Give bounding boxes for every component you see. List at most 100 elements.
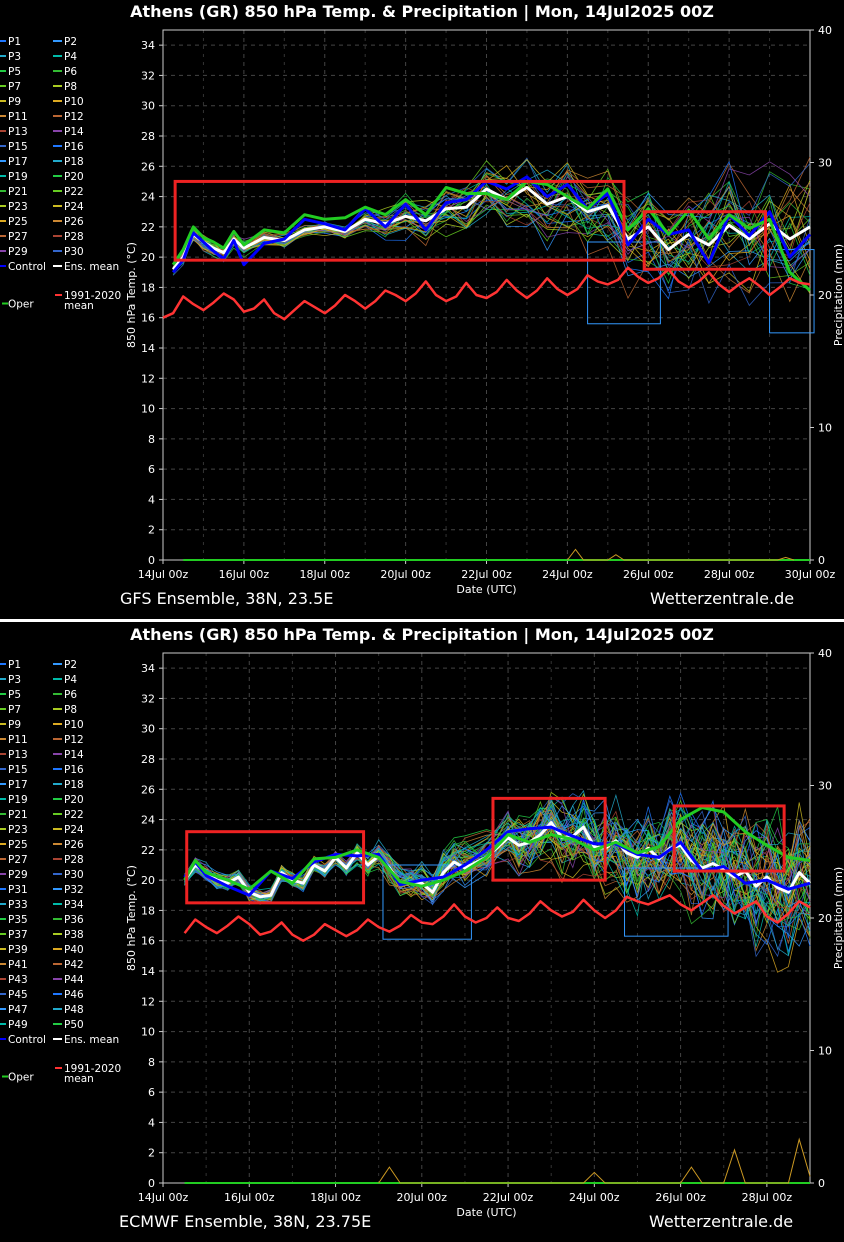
ecmwf-y2tick-label: 30: [818, 780, 832, 793]
gfs-legend-label: P16: [64, 141, 84, 153]
ecmwf-legend-label: P40: [64, 944, 84, 956]
gfs-ytick-label: 34: [141, 39, 155, 52]
gfs-legend-label: P7: [8, 81, 21, 93]
gfs-legend-label: P8: [64, 81, 77, 93]
gfs-legend-label: P17: [8, 156, 28, 168]
ecmwf-ytick-label: 12: [141, 995, 155, 1008]
gfs-legend-label: P4: [64, 51, 77, 63]
ecmwf-y2tick-label: 40: [818, 647, 832, 660]
gfs-chart-panel: Athens (GR) 850 hPa Temp. & Precipitatio…: [0, 0, 844, 620]
ecmwf-legend-label: P25: [8, 839, 28, 851]
ecmwf-legend-label: P18: [64, 779, 84, 791]
gfs-legend-label: P9: [8, 96, 21, 108]
ecmwf-legend-label: P24: [64, 824, 84, 836]
ecmwf-xtick-label: 26Jul 00z: [655, 1191, 706, 1204]
ecmwf-footer-model: ECMWF Ensemble, 38N, 23.75E: [119, 1212, 372, 1231]
gfs-legend-label: P29: [8, 246, 28, 258]
ecmwf-ytick-label: 28: [141, 753, 155, 766]
gfs-xtick-label: 16Jul 00z: [219, 568, 270, 581]
gfs-legend-label: mean: [64, 300, 94, 312]
ecmwf-legend-label: P30: [64, 869, 84, 881]
gfs-y2tick-label: 40: [818, 24, 832, 37]
ecmwf-legend-label: P3: [8, 674, 21, 686]
ecmwf-xaxis-label: Date (UTC): [456, 1206, 516, 1219]
gfs-ytick-label: 22: [141, 221, 155, 234]
ecmwf-legend-label: P34: [64, 899, 84, 911]
ecmwf-legend-label: P36: [64, 914, 84, 926]
ecmwf-legend-label: P21: [8, 809, 28, 821]
gfs-ytick-label: 4: [148, 493, 155, 506]
gfs-xtick-label: 20Jul 00z: [380, 568, 431, 581]
gfs-legend-label: P11: [8, 111, 28, 123]
ecmwf-legend-label: P45: [8, 989, 28, 1001]
ecmwf-ytick-label: 22: [141, 844, 155, 857]
ecmwf-legend-label: P6: [64, 689, 77, 701]
ecmwf-ytick-label: 4: [148, 1116, 155, 1129]
ecmwf-legend-label: P46: [64, 989, 84, 1001]
gfs-legend-label: P25: [8, 216, 28, 228]
ecmwf-legend-label: P49: [8, 1019, 28, 1031]
ecmwf-legend: P1 P2 P3 P4 P5 P6 P7 P8 P9 P10 P11 P12 P13 P14 P15 P16 P…: [0, 659, 121, 1085]
ecmwf-y2axis-label: Precipitation (mm): [832, 867, 844, 969]
gfs-legend-label: P21: [8, 186, 28, 198]
gfs-legend-label: P19: [8, 171, 28, 183]
ecmwf-ytick-label: 30: [141, 723, 155, 736]
ecmwf-legend-label: P23: [8, 824, 28, 836]
gfs-y2tick-label: 30: [818, 157, 832, 170]
ecmwf-legend-label: P50: [64, 1019, 84, 1031]
gfs-legend-label: P24: [64, 201, 84, 213]
ecmwf-legend-label: P38: [64, 929, 84, 941]
gfs-y2tick-label: 20: [818, 289, 832, 302]
ecmwf-y2tick-label: 0: [818, 1177, 825, 1190]
ecmwf-legend-label: P13: [8, 749, 28, 761]
gfs-ytick-label: 28: [141, 130, 155, 143]
gfs-legend-label: P2: [64, 36, 77, 48]
gfs-yaxis-label: 850 hPa Temp. (°C): [125, 242, 138, 348]
ecmwf-legend-label: P1: [8, 659, 21, 671]
ecmwf-ytick-label: 26: [141, 783, 155, 796]
ecmwf-legend-label: P28: [64, 854, 84, 866]
ecmwf-legend-label: P35: [8, 914, 28, 926]
gfs-legend-label: P22: [64, 186, 84, 198]
gfs-y2tick-label: 10: [818, 422, 832, 435]
gfs-y2axis-label: Precipitation (mm): [832, 244, 844, 346]
gfs-xtick-label: 14Jul 00z: [138, 568, 189, 581]
ecmwf-ytick-label: 18: [141, 904, 155, 917]
ecmwf-legend-label: P19: [8, 794, 28, 806]
ecmwf-legend-label: P9: [8, 719, 21, 731]
ecmwf-legend-label: P37: [8, 929, 28, 941]
gfs-legend-label: P6: [64, 66, 77, 78]
ecmwf-legend-label: P14: [64, 749, 84, 761]
ecmwf-legend-label: P20: [64, 794, 84, 806]
gfs-ytick-label: 10: [141, 403, 155, 416]
gfs-ytick-label: 32: [141, 69, 155, 82]
ecmwf-legend-label: P44: [64, 974, 84, 986]
gfs-legend-label: P28: [64, 231, 84, 243]
panel-divider: [0, 619, 844, 622]
ecmwf-ytick-label: 14: [141, 965, 155, 978]
gfs-legend-label: Oper: [8, 299, 34, 311]
gfs-legend-label: P5: [8, 66, 21, 78]
gfs-ytick-label: 18: [141, 281, 155, 294]
ecmwf-chart-title: Athens (GR) 850 hPa Temp. & Precipitatio…: [130, 625, 714, 645]
gfs-legend-label: P30: [64, 246, 84, 258]
ecmwf-legend-label: P27: [8, 854, 28, 866]
gfs-legend-label: P12: [64, 111, 84, 123]
gfs-legend-label: P26: [64, 216, 84, 228]
gfs-footer-model: GFS Ensemble, 38N, 23.5E: [120, 589, 334, 608]
gfs-legend-label: P1: [8, 36, 21, 48]
ecmwf-legend-label: P22: [64, 809, 84, 821]
ecmwf-ytick-label: 6: [148, 1086, 155, 1099]
ecmwf-y2tick-label: 10: [818, 1045, 832, 1058]
gfs-ytick-label: 12: [141, 372, 155, 385]
ecmwf-legend-label: P8: [64, 704, 77, 716]
ecmwf-legend-label: mean: [64, 1073, 94, 1085]
ecmwf-xtick-label: 24Jul 00z: [569, 1191, 620, 1204]
ecmwf-legend-label: Oper: [8, 1072, 34, 1084]
ecmwf-legend-label: P4: [64, 674, 77, 686]
ecmwf-ytick-label: 16: [141, 935, 155, 948]
gfs-xtick-label: 26Jul 00z: [623, 568, 674, 581]
ecmwf-legend-label: P12: [64, 734, 84, 746]
gfs-ytick-label: 2: [148, 524, 155, 537]
ecmwf-xtick-label: 18Jul 00z: [310, 1191, 361, 1204]
